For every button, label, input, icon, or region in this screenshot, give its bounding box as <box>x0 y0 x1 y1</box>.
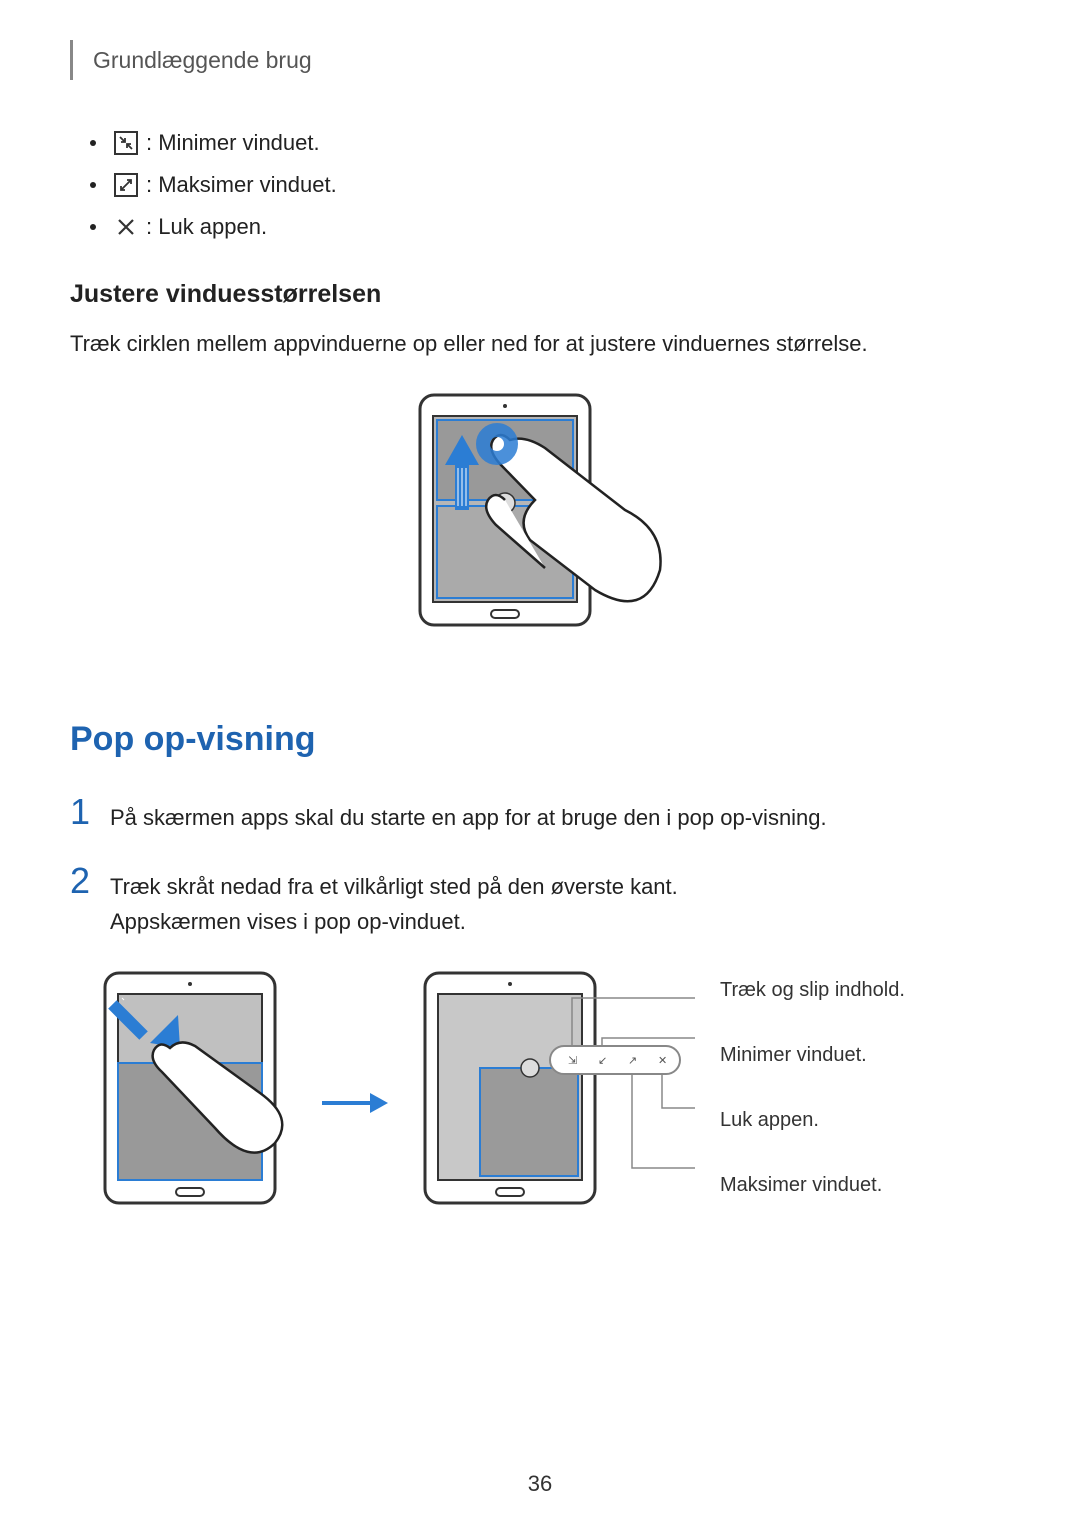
page-number: 36 <box>528 1471 552 1497</box>
svg-text:✕: ✕ <box>658 1055 667 1067</box>
header-divider <box>70 40 73 80</box>
step-text: Træk skråt nedad fra et vilkårligt sted … <box>110 863 678 939</box>
callout-minimize: Minimer vinduet. <box>720 1044 905 1067</box>
close-icon <box>114 215 138 239</box>
page-header: Grundlæggende brug <box>70 40 1010 80</box>
illustration-tablet-drag <box>100 968 290 1238</box>
bullet-icon <box>90 182 96 188</box>
callout-maximize: Maksimer vinduet. <box>720 1174 905 1197</box>
maximize-icon <box>114 173 138 197</box>
heading-popup-view: Pop op-visning <box>70 720 1010 759</box>
icon-list: : Minimer vinduet. : Maksimer vinduet. :… <box>90 130 1010 240</box>
step-number: 2 <box>70 863 110 899</box>
step-1: 1 På skærmen apps skal du starte en app … <box>70 794 1010 835</box>
illustration-split-adjust <box>70 390 1010 670</box>
header-title: Grundlæggende brug <box>93 47 312 74</box>
icon-item-close: : Luk appen. <box>90 214 1010 240</box>
diagram-popup-sequence: ⇲ ↙ ↗ ✕ Træk og slip indhold. Minimer vi… <box>100 968 1010 1238</box>
subheading-adjust-size: Justere vinduesstørrelsen <box>70 280 1010 309</box>
svg-text:⇲: ⇲ <box>568 1055 577 1067</box>
bullet-icon <box>90 224 96 230</box>
arrow-right-icon <box>320 1083 390 1123</box>
icon-label: : Maksimer vinduet. <box>146 172 337 198</box>
icon-label: : Minimer vinduet. <box>146 130 320 156</box>
step-number: 1 <box>70 794 110 830</box>
step-text: På skærmen apps skal du starte en app fo… <box>110 794 827 835</box>
subheading-body: Træk cirklen mellem appvinduerne op elle… <box>70 327 1010 360</box>
callout-drag-drop: Træk og slip indhold. <box>720 979 905 1002</box>
icon-label: : Luk appen. <box>146 214 267 240</box>
minimize-icon <box>114 131 138 155</box>
bullet-icon <box>90 140 96 146</box>
svg-text:↗: ↗ <box>628 1055 637 1067</box>
icon-item-minimize: : Minimer vinduet. <box>90 130 1010 156</box>
svg-text:↙: ↙ <box>598 1055 607 1067</box>
step-2: 2 Træk skråt nedad fra et vilkårligt ste… <box>70 863 1010 939</box>
callout-close: Luk appen. <box>720 1109 905 1132</box>
callout-labels: Træk og slip indhold. Minimer vinduet. L… <box>720 979 905 1197</box>
icon-item-maximize: : Maksimer vinduet. <box>90 172 1010 198</box>
illustration-tablet-popup: ⇲ ↙ ↗ ✕ <box>420 968 700 1238</box>
